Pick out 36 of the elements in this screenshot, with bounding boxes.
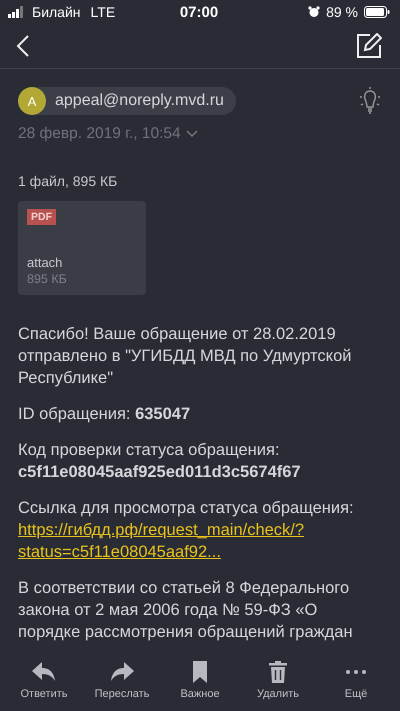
alarm-icon (308, 6, 320, 18)
message-date: 28 февр. 2019 г., 10:54 (18, 125, 181, 143)
message-label: Код проверки статуса обращения: (18, 440, 281, 461)
lightbulb-icon[interactable] (358, 87, 382, 115)
message-paragraph: Спасибо! Ваше обращение от 28.02.2019 отправлено в "УГИБДД МВД по Удмуртской Республике" (18, 324, 352, 389)
battery-percent: 89 % (326, 4, 358, 20)
attachments-summary: 1 файл, 895 КБ (18, 173, 118, 189)
more-button[interactable]: Ещё (320, 659, 392, 707)
flag-button[interactable]: Важное (164, 659, 236, 707)
bookmark-icon (192, 661, 208, 683)
chevron-down-icon[interactable] (186, 130, 198, 138)
message-label: Ссылка для просмотра статуса обращения: (18, 498, 355, 519)
sender-avatar: A (18, 87, 46, 115)
status-code: c5f11e08045aaf925ed011d3c5674f67 (18, 462, 302, 483)
message-paragraph: ID обращения: 635047 (18, 404, 192, 425)
back-icon[interactable] (16, 35, 30, 57)
attachment-card[interactable]: PDF attach 895 КБ (18, 201, 146, 295)
clock-time: 07:00 (180, 4, 218, 20)
compose-icon[interactable] (356, 33, 382, 59)
reply-icon (32, 661, 56, 683)
file-type-badge: PDF (27, 209, 56, 225)
forward-icon (110, 661, 134, 683)
forward-button[interactable]: Переслать (86, 659, 158, 707)
status-link[interactable]: https://гибдд.рф/request_main/check/?status=c5f11e08045aaf92... (18, 519, 382, 563)
reply-button[interactable]: Ответить (8, 659, 80, 707)
network-type: LTE (90, 4, 116, 20)
message-paragraph: В соответствии со статьей 8 Федерального закона от 2 мая 2006 года № 59-ФЗ «О порядке рассмотрения обращений граждан (18, 578, 354, 643)
more-icon (345, 669, 367, 675)
file-size: 895 КБ (27, 272, 68, 286)
battery-icon (364, 6, 390, 18)
carrier-name: Билайн (32, 4, 81, 20)
delete-button[interactable]: Удалить (242, 659, 314, 707)
signal-icon (8, 6, 26, 18)
sender-chip[interactable]: A appeal@noreply.mvd.ru (18, 87, 236, 115)
file-name: attach (27, 255, 64, 270)
sender-address: appeal@noreply.mvd.ru (55, 92, 224, 110)
